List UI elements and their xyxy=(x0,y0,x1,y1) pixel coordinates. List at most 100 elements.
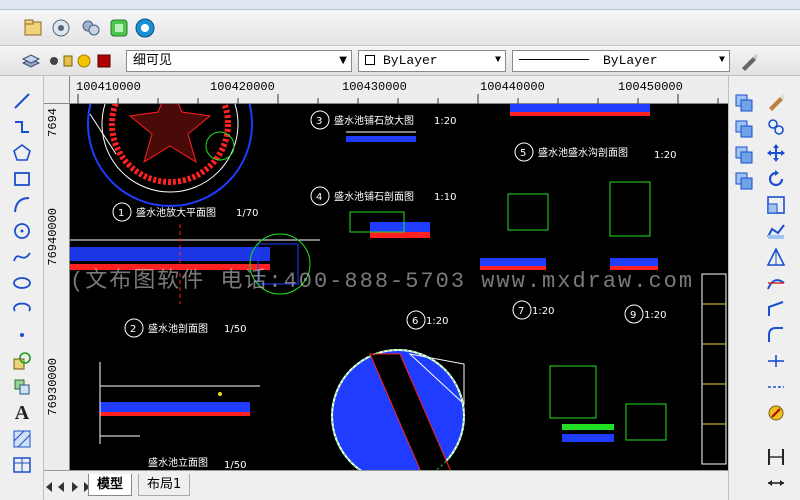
elevation-strip xyxy=(99,362,260,444)
text-icon[interactable]: A xyxy=(11,402,33,424)
ruler-x-label: 100430000 xyxy=(342,80,407,94)
svg-text:1:10: 1:10 xyxy=(434,192,456,203)
svg-text:6: 6 xyxy=(412,316,418,327)
break-icon[interactable] xyxy=(765,298,787,320)
linetype-select[interactable]: ByLayer ▼ xyxy=(512,50,730,72)
rotate-icon[interactable] xyxy=(765,168,787,190)
standard-toolbar xyxy=(0,10,800,46)
erase-icon[interactable] xyxy=(765,116,787,138)
watermark-text: (文布图软件 电话:400-888-5703 www.mxdraw.com xyxy=(70,269,695,294)
svg-text:1/50: 1/50 xyxy=(224,460,246,470)
tab-layout1[interactable]: 布局1 xyxy=(138,474,191,496)
trim-icon[interactable] xyxy=(765,246,787,268)
mirror-icon[interactable] xyxy=(733,118,755,140)
make-block-icon[interactable] xyxy=(11,376,33,398)
dimension-aligned-icon[interactable] xyxy=(765,472,787,494)
svg-text:4: 4 xyxy=(316,192,322,203)
svg-text:1:20: 1:20 xyxy=(644,310,666,321)
modify-toolbar xyxy=(728,76,800,500)
ellipse-arc-icon[interactable] xyxy=(11,298,33,320)
vertical-ruler: 7694 76940000 76930000 xyxy=(44,104,70,470)
table-icon[interactable] xyxy=(11,454,33,476)
svg-text:盛水池剖面图: 盛水池剖面图 xyxy=(148,322,208,335)
ruler-x-label: 100440000 xyxy=(480,80,545,94)
title-strip xyxy=(0,0,800,10)
horizontal-ruler: 100410000 100420000 100430000 100440000 … xyxy=(70,76,728,104)
chevron-down-icon: ▼ xyxy=(339,55,347,66)
linetype-preview xyxy=(519,59,589,60)
ruler-x-label: 100420000 xyxy=(210,80,275,94)
preview-icon[interactable] xyxy=(50,17,72,39)
circle-icon[interactable] xyxy=(11,220,33,242)
svg-text:2: 2 xyxy=(130,324,136,335)
hatch-icon[interactable] xyxy=(11,428,33,450)
layers-tool-icon[interactable] xyxy=(80,17,102,39)
svg-text:1: 1 xyxy=(118,208,124,219)
color-select[interactable]: ByLayer ▼ xyxy=(358,50,506,72)
svg-text:1/70: 1/70 xyxy=(236,208,258,219)
point-icon[interactable] xyxy=(11,324,33,346)
move-icon[interactable] xyxy=(765,142,787,164)
layer-name: 细可见 xyxy=(133,53,173,68)
layer-manager-icon[interactable] xyxy=(20,50,42,72)
open-file-icon[interactable] xyxy=(22,17,44,39)
svg-text:1:20: 1:20 xyxy=(426,316,448,327)
svg-text:盛水池盛水沟剖面图: 盛水池盛水沟剖面图 xyxy=(538,146,628,159)
scale-icon[interactable] xyxy=(765,194,787,216)
svg-text:盛水池铺石剖面图: 盛水池铺石剖面图 xyxy=(334,190,414,203)
measure-icon[interactable] xyxy=(765,402,787,424)
draw-toolbar: A xyxy=(0,76,44,500)
linetype-value: ByLayer xyxy=(603,53,658,68)
ruler-x-label: 100450000 xyxy=(618,80,683,94)
svg-text:1:20: 1:20 xyxy=(532,306,554,317)
chevron-down-icon: ▼ xyxy=(718,55,725,66)
svg-text:5: 5 xyxy=(520,148,526,159)
fillet-icon[interactable] xyxy=(765,324,787,346)
dimension-linear-icon[interactable] xyxy=(765,446,787,468)
ruler-corner xyxy=(44,76,70,104)
copy-icon[interactable] xyxy=(733,92,755,114)
offset-icon[interactable] xyxy=(733,144,755,166)
arc-icon[interactable] xyxy=(11,194,33,216)
chamfer-icon[interactable] xyxy=(765,350,787,372)
svg-text:7: 7 xyxy=(518,306,524,317)
stretch-icon[interactable] xyxy=(765,220,787,242)
svg-text:1/50: 1/50 xyxy=(224,324,246,335)
ruler-y-label: 7694 xyxy=(46,108,60,137)
array-icon[interactable] xyxy=(733,170,755,192)
extend-icon[interactable] xyxy=(765,272,787,294)
svg-text:3: 3 xyxy=(316,116,322,127)
rectangle-icon[interactable] xyxy=(11,168,33,190)
svg-text:1:20: 1:20 xyxy=(654,150,676,161)
svg-text:盛水池放大平面图: 盛水池放大平面图 xyxy=(136,206,216,219)
chevron-down-icon: ▼ xyxy=(494,55,501,66)
brush-icon[interactable] xyxy=(765,90,787,112)
block-insert-icon[interactable] xyxy=(11,350,33,372)
ruler-x-label: 100410000 xyxy=(76,80,141,94)
match-properties-icon[interactable] xyxy=(738,50,760,72)
color-swatch xyxy=(365,55,375,65)
ruler-y-label: 76930000 xyxy=(46,358,60,416)
polyline-icon[interactable] xyxy=(11,116,33,138)
layer-state-icons[interactable] xyxy=(48,50,118,72)
line-icon[interactable] xyxy=(11,90,33,112)
ruler-y-label: 76940000 xyxy=(46,208,60,266)
detail-circle xyxy=(331,349,465,470)
tab-model[interactable]: 模型 xyxy=(88,474,133,496)
help-icon[interactable] xyxy=(134,17,156,39)
tab-nav-icons[interactable] xyxy=(44,476,92,498)
color-value: ByLayer xyxy=(383,53,438,68)
layer-select[interactable]: 细可见 ▼ xyxy=(126,50,352,72)
layer-properties-toolbar: 细可见 ▼ ByLayer ▼ ByLayer ▼ xyxy=(0,46,800,76)
layout-tabs: 模型 布局1 xyxy=(44,470,728,500)
svg-text:9: 9 xyxy=(630,310,636,321)
properties-icon[interactable] xyxy=(108,17,130,39)
ellipse-icon[interactable] xyxy=(11,272,33,294)
drawing-canvas[interactable]: 1 2 3 4 5 6 7 9 盛水池放大平面图 盛水池剖面图 盛水池立面图 盛… xyxy=(70,104,728,470)
explode-icon[interactable] xyxy=(765,376,787,398)
svg-text:1:20: 1:20 xyxy=(434,116,456,127)
spline-icon[interactable] xyxy=(11,246,33,268)
svg-text:盛水池立面图: 盛水池立面图 xyxy=(148,456,208,469)
polygon-icon[interactable] xyxy=(11,142,33,164)
round-plaza-plan xyxy=(87,104,253,207)
